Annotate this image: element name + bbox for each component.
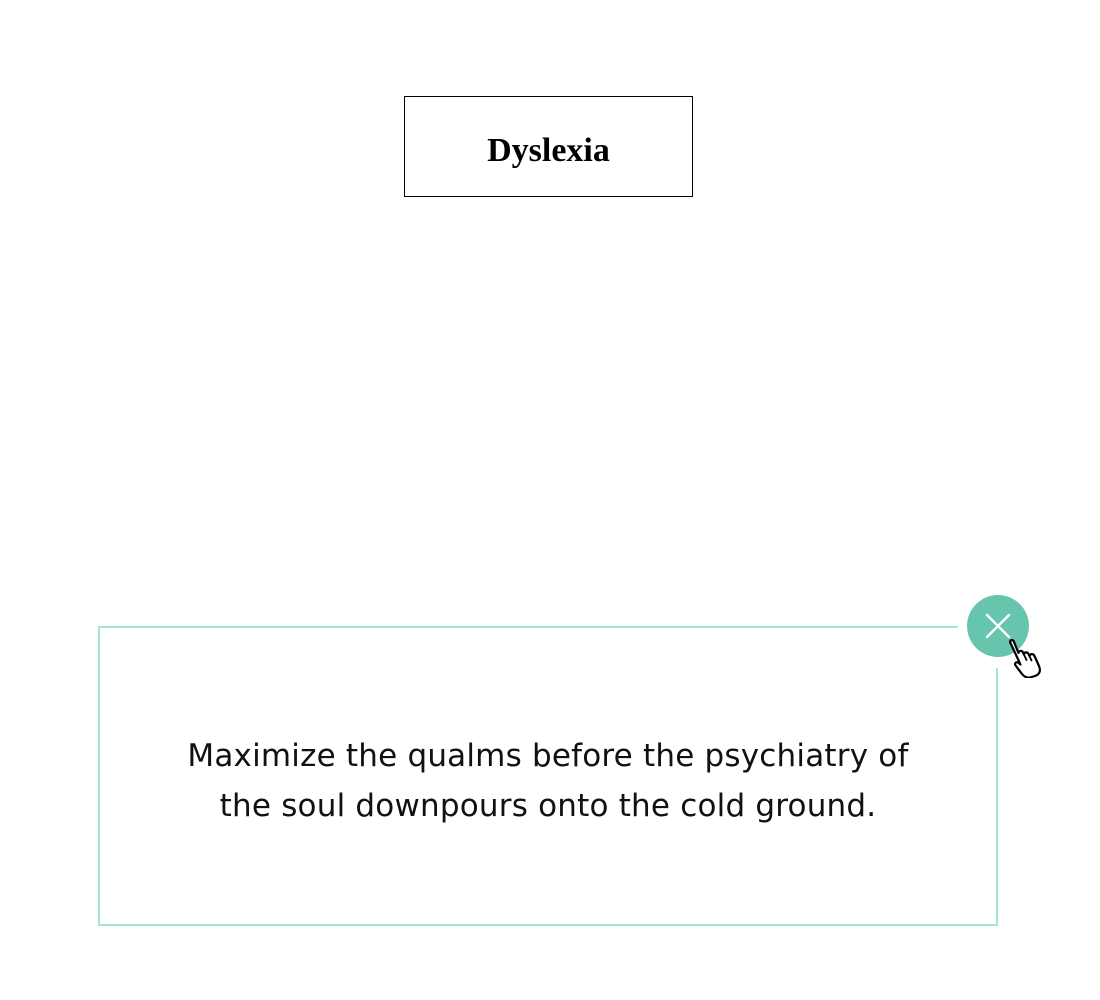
close-button[interactable] xyxy=(967,595,1029,657)
page: Dyslexia Maximize the qualms before the … xyxy=(0,0,1100,1000)
close-icon xyxy=(985,613,1011,639)
notice-message: Maximize the qualms before the psychiatr… xyxy=(100,731,996,831)
notice-message-line-2: the soul downpours onto the cold ground. xyxy=(219,788,877,824)
page-title: Dyslexia xyxy=(487,131,610,169)
notice-panel: Maximize the qualms before the psychiatr… xyxy=(98,626,998,926)
notice-message-line-1: Maximize the qualms before the psychiatr… xyxy=(187,738,909,774)
title-box: Dyslexia xyxy=(404,96,693,197)
